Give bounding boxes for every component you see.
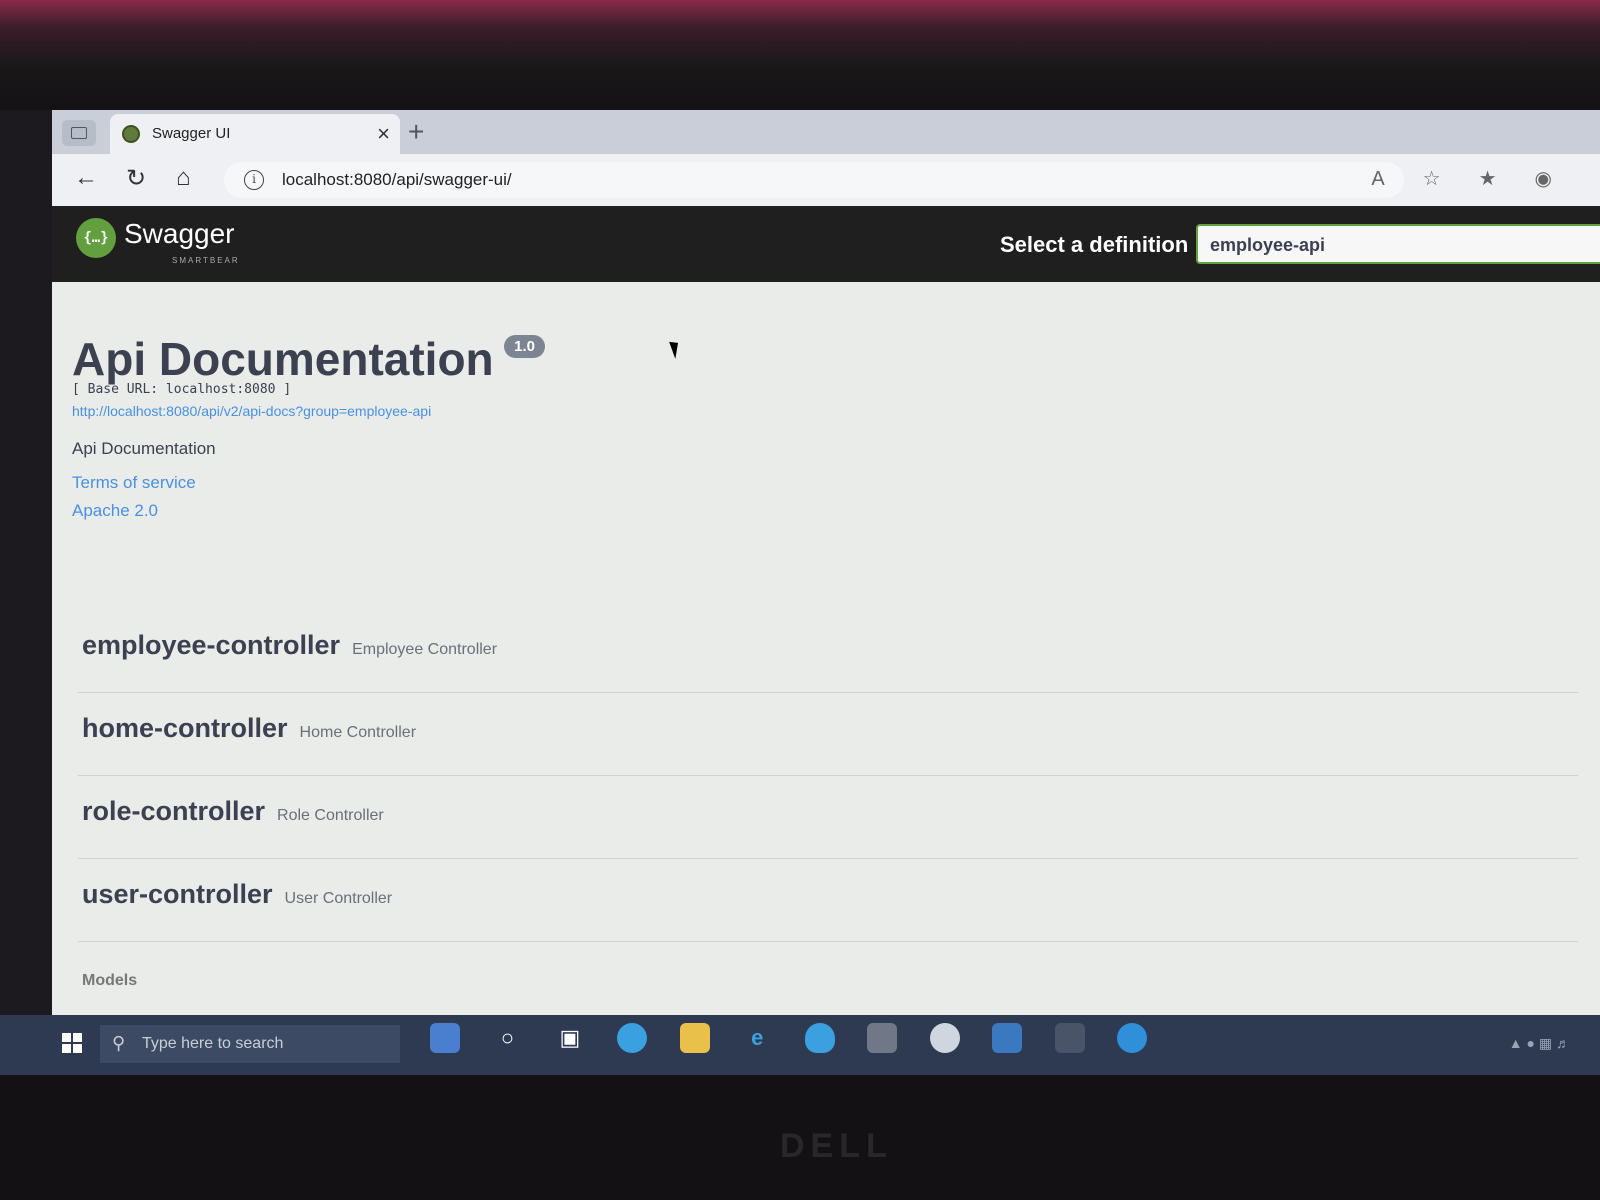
taskbar-search-box[interactable]: ⚲ Type here to search: [100, 1025, 400, 1063]
terminal-icon[interactable]: [1054, 1023, 1085, 1053]
base-url: [ Base URL: localhost:8080 ]: [72, 382, 292, 397]
refresh-icon[interactable]: ↻: [126, 164, 146, 193]
swagger-logo-icon[interactable]: {…}: [76, 218, 116, 258]
controller-section[interactable]: home-controller Home Controller: [78, 693, 1578, 776]
profile-icon[interactable]: ◉: [1535, 168, 1590, 190]
widgets-icon[interactable]: [430, 1023, 460, 1053]
controller-name[interactable]: home-controller: [82, 713, 288, 743]
dell-logo: DELL: [780, 1127, 893, 1165]
controller-name[interactable]: employee-controller: [82, 630, 340, 660]
api-description: Api Documentation: [72, 439, 216, 458]
api-docs-link[interactable]: http://localhost:8080/api/v2/api-docs?gr…: [72, 403, 1272, 419]
laptop-bezel-bottom: DELL: [0, 1075, 1600, 1200]
cortana-icon[interactable]: ○: [492, 1023, 522, 1053]
swagger-topbar: {…} Swagger SMARTBEAR Select a definitio…: [52, 206, 1600, 282]
tab-actions-icon: [71, 127, 87, 139]
swagger-brand[interactable]: Swagger: [124, 218, 235, 250]
store-icon[interactable]: [992, 1023, 1023, 1053]
tab-strip: Swagger UI × +: [52, 110, 1600, 154]
read-aloud-icon[interactable]: A: [1371, 168, 1422, 190]
browser-tab[interactable]: Swagger UI ×: [110, 114, 400, 154]
windows-start-icon[interactable]: [62, 1033, 82, 1053]
home-icon[interactable]: ⌂: [176, 164, 191, 192]
controller-description: Role Controller: [277, 807, 384, 824]
url-text[interactable]: localhost:8080/api/swagger-ui/: [282, 170, 512, 190]
controller-section[interactable]: user-controller User Controller: [78, 859, 1578, 942]
tab-close-icon[interactable]: ×: [377, 121, 390, 147]
taskbar-search-placeholder: Type here to search: [142, 1035, 284, 1052]
screen: Swagger UI × + ← ↻ ⌂ i localhost:8080/ap…: [52, 110, 1600, 1085]
models-section-heading[interactable]: Models: [82, 972, 137, 990]
controller-list: employee-controller Employee Controller h…: [78, 610, 1578, 942]
tab-title: Swagger UI: [152, 125, 231, 142]
api-title: Api Documentation: [72, 333, 494, 385]
new-tab-button[interactable]: +: [408, 116, 424, 148]
app-icon[interactable]: [867, 1023, 898, 1053]
site-info-icon[interactable]: i: [244, 170, 264, 190]
swagger-favicon-icon: [122, 125, 140, 143]
address-bar[interactable]: i localhost:8080/api/swagger-ui/: [224, 162, 1404, 198]
tab-actions-menu-button[interactable]: [62, 120, 96, 146]
api-info: Api Documentation 1.0 [ Base URL: localh…: [72, 332, 1272, 521]
select-definition-label: Select a definition: [1000, 232, 1189, 257]
file-explorer-icon[interactable]: [679, 1023, 710, 1053]
controller-name[interactable]: user-controller: [82, 879, 273, 909]
controller-section[interactable]: employee-controller Employee Controller: [78, 610, 1578, 693]
chrome-icon[interactable]: [929, 1023, 960, 1053]
definition-select[interactable]: employee-api: [1196, 224, 1600, 264]
controller-name[interactable]: role-controller: [82, 796, 265, 826]
browser-toolbar-icons[interactable]: A☆★◉: [1371, 166, 1590, 191]
controller-description: Home Controller: [299, 724, 417, 741]
laptop-bezel-top: [0, 0, 1600, 110]
edge-active-icon[interactable]: [1116, 1023, 1147, 1053]
system-tray[interactable]: ▲ ● ▦ ♬: [1509, 1035, 1570, 1052]
task-view-icon[interactable]: ▣: [555, 1023, 585, 1053]
browser-toolbar: ← ↻ ⌂ i localhost:8080/api/swagger-ui/ A…: [52, 154, 1600, 206]
favorites-add-icon[interactable]: ☆: [1423, 168, 1479, 190]
search-icon: ⚲: [112, 1033, 126, 1053]
smartbear-wordmark: SMARTBEAR: [172, 256, 240, 265]
windows-taskbar: ⚲ Type here to search ○ ▣ e ▲ ● ▦ ♬: [0, 1015, 1600, 1075]
edge-icon[interactable]: [617, 1023, 648, 1053]
controller-description: Employee Controller: [352, 641, 498, 658]
terms-of-service-link[interactable]: Terms of service: [72, 473, 1272, 493]
collections-icon[interactable]: ★: [1479, 168, 1535, 190]
back-icon[interactable]: ←: [74, 164, 98, 192]
version-badge: 1.0: [504, 335, 545, 358]
controller-description: User Controller: [284, 890, 393, 907]
ie-icon[interactable]: e: [742, 1023, 772, 1053]
controller-section[interactable]: role-controller Role Controller: [78, 776, 1578, 859]
license-link[interactable]: Apache 2.0: [72, 501, 1272, 521]
taskbar-pinned-apps: ○ ▣ e: [430, 1023, 1175, 1053]
security-icon[interactable]: [804, 1023, 835, 1053]
